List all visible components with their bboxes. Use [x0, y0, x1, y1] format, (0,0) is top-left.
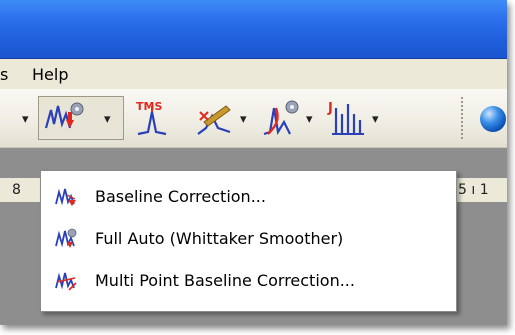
chevron-down-icon[interactable]: ▾: [22, 112, 29, 127]
menu-item-label: Baseline Correction...: [95, 187, 266, 206]
ruler-tick-label: 8: [12, 182, 21, 198]
full-auto-baseline-icon: [55, 228, 77, 248]
multipoint-baseline-icon: [55, 272, 77, 291]
multiplet-dropdown-arrow-icon[interactable]: ▾: [372, 112, 379, 127]
baseline-dropdown-arrow-icon[interactable]: ▾: [104, 112, 111, 127]
multiplet-icon[interactable]: J: [326, 98, 366, 138]
menu-item-help[interactable]: Help: [32, 65, 68, 84]
toolbar-grip[interactable]: [461, 97, 466, 139]
ruler-tick-label-right: 5 ı 1: [458, 182, 489, 198]
svg-text:TMS: TMS: [136, 100, 162, 113]
menu-item-multipoint-baseline[interactable]: Multi Point Baseline Correction...: [41, 263, 454, 299]
peak-dropdown-arrow-icon[interactable]: ▾: [240, 112, 247, 127]
baseline-auto-icon[interactable]: [44, 100, 88, 136]
peak-picking-icon[interactable]: [196, 98, 236, 138]
window-titlebar[interactable]: [0, 0, 507, 59]
menu-bar: s Help: [0, 59, 507, 89]
integration-icon[interactable]: [262, 98, 304, 138]
integration-dropdown-arrow-icon[interactable]: ▾: [306, 112, 313, 127]
svg-text:J: J: [327, 101, 333, 116]
baseline-correction-icon: [55, 188, 76, 206]
menu-item-baseline-correction[interactable]: Baseline Correction...: [41, 179, 454, 215]
globe-icon[interactable]: [478, 104, 507, 134]
menu-item-label: Full Auto (Whittaker Smoother): [95, 229, 344, 248]
menu-item-partial[interactable]: s: [0, 65, 8, 84]
tms-reference-icon[interactable]: TMS: [134, 98, 178, 138]
baseline-dropdown-menu: Baseline Correction... Full Auto (Whitta…: [40, 170, 457, 312]
menu-item-full-auto[interactable]: Full Auto (Whittaker Smoother): [41, 221, 454, 257]
menu-item-label: Multi Point Baseline Correction...: [95, 271, 355, 290]
